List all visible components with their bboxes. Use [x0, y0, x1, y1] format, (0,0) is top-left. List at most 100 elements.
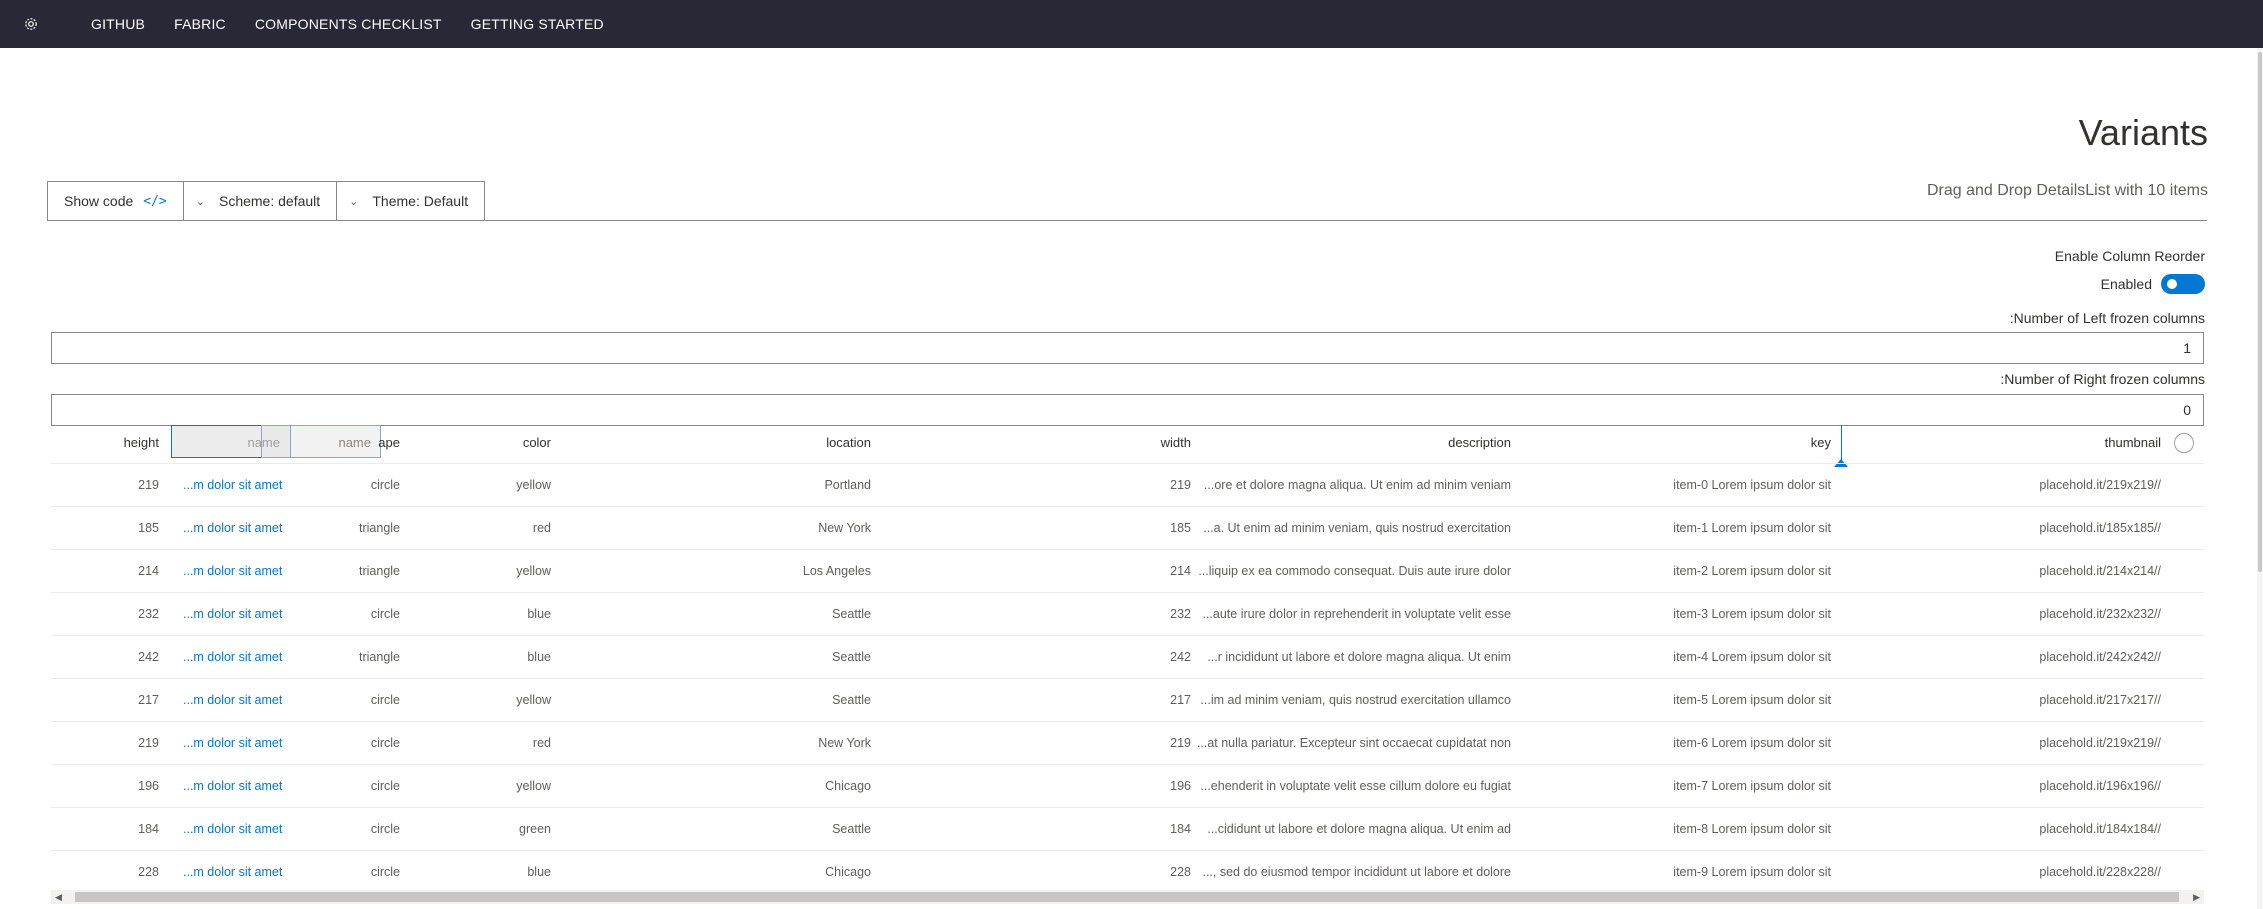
cell-key: item-7 Lorem ipsum dolor sit	[1673, 779, 1831, 793]
cell-description: ...at nulla pariatur. Excepteur sint occ…	[1196, 736, 1511, 750]
table-row[interactable]: 185 ...m dolor sit amet triangle red New Yor…	[51, 507, 2204, 550]
table-row[interactable]: 196 ...m dolor sit amet circle yellow Chicag…	[51, 765, 2204, 808]
cell-description: ...a. Ut enim ad minim veniam, quis nost…	[1203, 521, 1511, 535]
cell-color: yellow	[516, 779, 551, 793]
cell-description: ...aute irure dolor in reprehenderit in …	[1202, 607, 1511, 621]
table-row[interactable]: 232 ...m dolor sit amet circle blue Seattle 2…	[51, 593, 2204, 636]
cell-thumbnail: placehold.it/196x196//	[2039, 779, 2161, 793]
cell-shape: circle	[370, 478, 400, 492]
cell-color: yellow	[516, 564, 551, 578]
cell-color: red	[532, 521, 551, 535]
cell-shape: triangle	[359, 564, 400, 578]
cell-thumbnail: placehold.it/228x228//	[2039, 865, 2161, 879]
cell-location: Chicago	[825, 779, 871, 793]
cell-description: ...cididunt ut labore et dolore magna al…	[1207, 822, 1511, 836]
cell-height: 228	[138, 865, 159, 879]
column-header-location[interactable]: location	[551, 421, 871, 463]
show-code-button[interactable]: Show code </>	[47, 181, 184, 221]
nav-link-getting-started[interactable]: GETTING STARTED	[471, 16, 604, 32]
cell-location: Seattle	[832, 607, 871, 621]
cell-thumbnail: placehold.it/214x214//	[2039, 564, 2161, 578]
column-header-key[interactable]: key	[1511, 421, 1831, 463]
scroll-right-icon[interactable]: ▶	[2193, 890, 2200, 904]
cell-key: item-9 Lorem ipsum dolor sit	[1673, 865, 1831, 879]
left-frozen-input[interactable]: 1	[51, 332, 2204, 364]
cell-shape: circle	[370, 865, 400, 879]
table-row[interactable]: 219 ...m dolor sit amet circle red New York 2…	[51, 722, 2204, 765]
column-header-shape[interactable]: ape	[371, 421, 400, 463]
cell-color: blue	[527, 865, 551, 879]
cell-shape: circle	[370, 607, 400, 621]
cell-thumbnail: placehold.it/185x185//	[2039, 521, 2161, 535]
cell-location: New York	[818, 521, 871, 535]
column-header-thumbnail[interactable]: thumbnail	[1841, 421, 2161, 463]
table-row[interactable]: 242 ...m dolor sit amet triangle blue Seattl…	[51, 636, 2204, 679]
horizontal-scrollbar-thumb[interactable]	[75, 892, 2179, 902]
cell-location: Seattle	[832, 693, 871, 707]
cell-thumbnail: placehold.it/219x219//	[2039, 736, 2161, 750]
cell-thumbnail: placehold.it/219x219//	[2039, 478, 2161, 492]
column-header-color[interactable]: color	[401, 421, 551, 463]
page-title: Variants	[2078, 112, 2208, 153]
scroll-left-icon[interactable]: ◀	[55, 890, 62, 904]
cell-location: New York	[818, 736, 871, 750]
cell-thumbnail: placehold.it/217x217//	[2039, 693, 2161, 707]
cell-shape: triangle	[359, 650, 400, 664]
column-header-name[interactable]: name	[261, 421, 371, 463]
cell-width: 242	[1170, 650, 1191, 664]
nav-link-components-checklist[interactable]: COMPONENTS CHECKLIST	[255, 16, 442, 32]
cell-width: 219	[1170, 478, 1191, 492]
toggle-label: Enabled	[2100, 276, 2152, 292]
select-all-checkbox[interactable]	[2174, 433, 2194, 453]
cell-height: 217	[138, 693, 159, 707]
column-reorder-toggle[interactable]	[2161, 274, 2205, 294]
example-subtitle: Drag and Drop DetailsList with 10 items	[1926, 182, 2208, 199]
table-row[interactable]: 228 ...m dolor sit amet circle blue Chicago 2…	[51, 851, 2204, 894]
cell-color: blue	[527, 607, 551, 621]
cell-location: Chicago	[825, 865, 871, 879]
cell-color: blue	[527, 650, 551, 664]
cell-key: item-3 Lorem ipsum dolor sit	[1673, 607, 1831, 621]
table-row[interactable]: 217 ...m dolor sit amet circle yellow Seattl…	[51, 679, 2204, 722]
cell-thumbnail: placehold.it/232x232//	[2039, 607, 2161, 621]
chevron-down-icon: ⌄	[195, 195, 205, 208]
gear-icon[interactable]	[23, 16, 71, 32]
left-frozen-label: :Number of Left frozen columns	[2009, 310, 2205, 326]
theme-dropdown[interactable]: ⌄ Theme: Default	[336, 181, 486, 221]
page-scrollbar-thumb[interactable]	[2258, 52, 2262, 572]
column-reorder-toggle-row: Enabled	[2101, 274, 2205, 294]
column-header-description[interactable]: description	[1191, 421, 1511, 463]
scheme-dropdown[interactable]: ⌄ Scheme: default	[182, 181, 338, 221]
cell-height: 196	[138, 779, 159, 793]
show-code-label: Show code	[64, 193, 134, 209]
column-header-height[interactable]: height	[51, 421, 159, 463]
right-frozen-label: :Number of Right frozen columns	[2000, 371, 2205, 387]
cell-width: 219	[1170, 736, 1191, 750]
nav-link-github[interactable]: GITHUB	[91, 16, 145, 32]
table-row[interactable]: 184 ...m dolor sit amet circle green Seattle…	[51, 808, 2204, 851]
cell-height: 214	[138, 564, 159, 578]
cell-color: yellow	[516, 478, 551, 492]
cell-width: 184	[1170, 822, 1191, 836]
cell-thumbnail: placehold.it/242x242//	[2039, 650, 2161, 664]
column-reorder-label: Enable Column Reorder	[2054, 248, 2205, 264]
cell-shape: circle	[370, 779, 400, 793]
cell-thumbnail: placehold.it/184x184//	[2039, 822, 2161, 836]
cell-location: Portland	[824, 478, 871, 492]
column-header-width[interactable]: width	[871, 421, 1191, 463]
table-row[interactable]: 214 ...m dolor sit amet triangle yellow Los …	[51, 550, 2204, 593]
cell-shape: circle	[370, 736, 400, 750]
example-toolbar: Show code </> ⌄ Scheme: default ⌄ Theme:…	[47, 181, 486, 221]
cell-height: 219	[138, 736, 159, 750]
cell-key: item-1 Lorem ipsum dolor sit	[1673, 521, 1831, 535]
cell-height: 219	[138, 478, 159, 492]
cell-description: ..., sed do eiusmod tempor incididunt ut…	[1202, 865, 1511, 879]
nav-link-fabric[interactable]: FABRIC	[174, 16, 226, 32]
cell-description: ...r incididunt ut labore et dolore magn…	[1207, 650, 1511, 664]
cell-key: item-4 Lorem ipsum dolor sit	[1673, 650, 1831, 664]
cell-location: Los Angeles	[802, 564, 871, 578]
toolbar-divider	[47, 220, 2207, 221]
cell-color: yellow	[516, 693, 551, 707]
table-row[interactable]: 219 ...m dolor sit amet circle yellow Portla…	[51, 464, 2204, 507]
horizontal-scrollbar[interactable]: ◀ ▶	[51, 890, 2204, 904]
